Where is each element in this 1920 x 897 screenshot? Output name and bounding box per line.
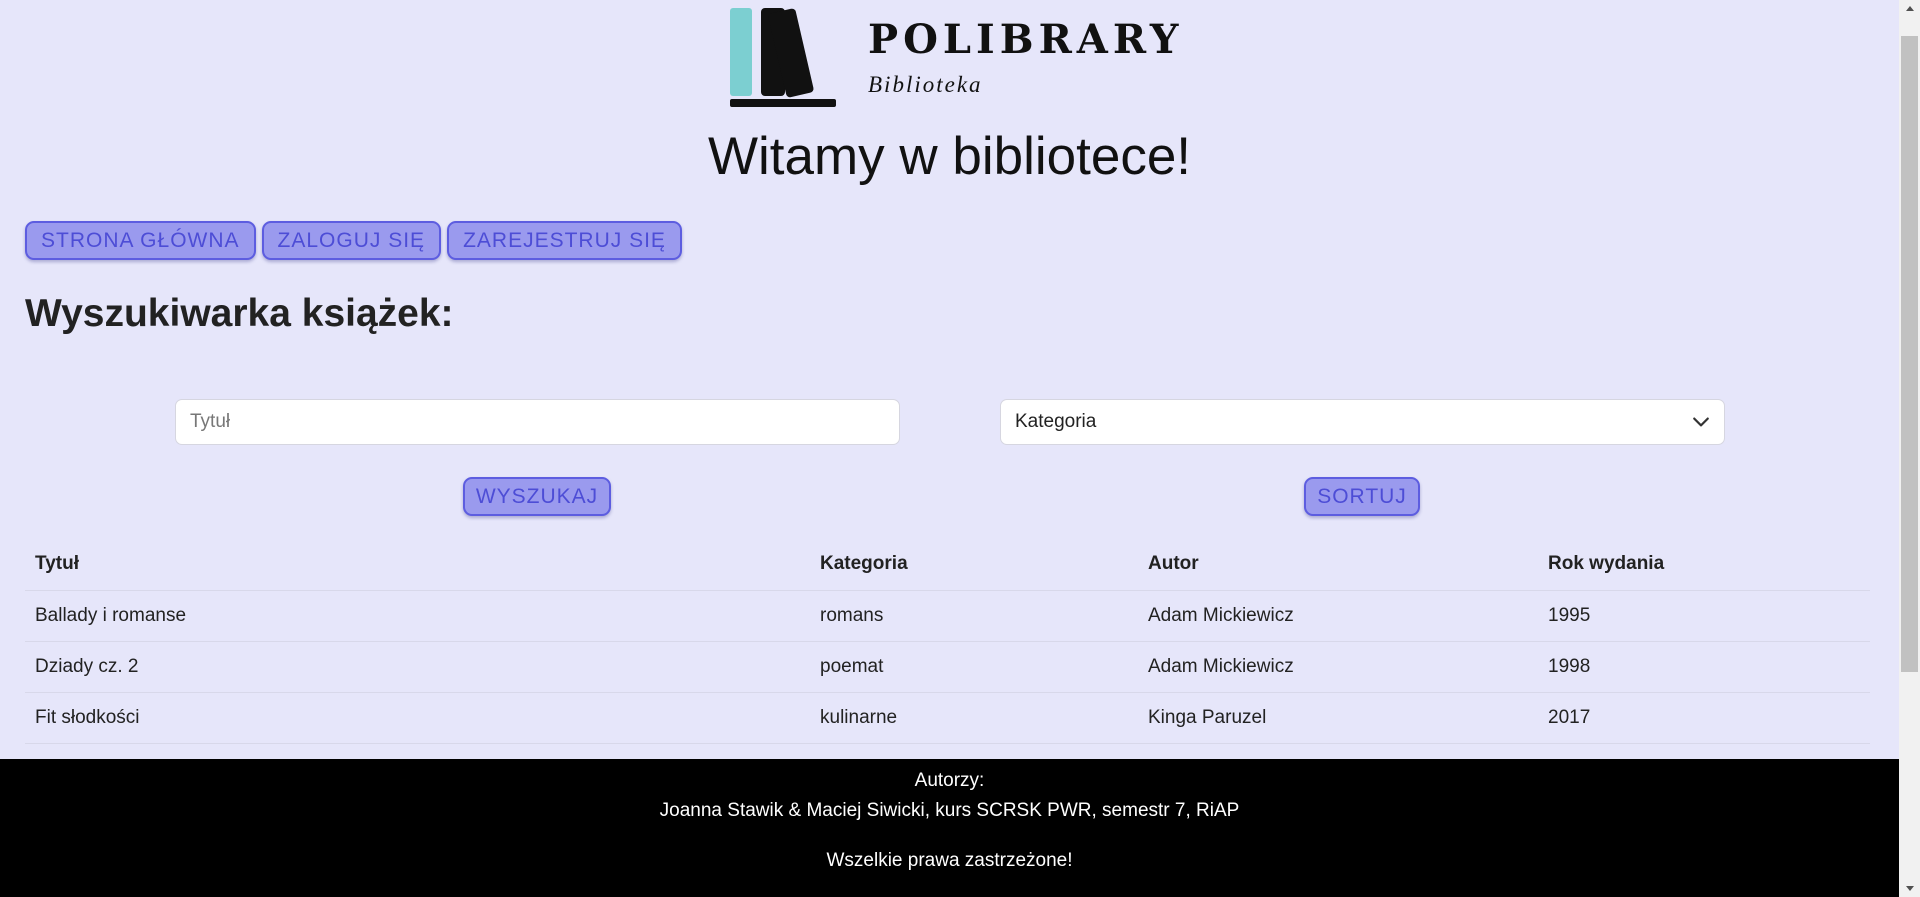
- search-button[interactable]: WYSZUKAJ: [463, 477, 611, 516]
- table-row: Dziady cz. 2 poemat Adam Mickiewicz 1998: [25, 641, 1870, 693]
- table-row: Fit słodkości kulinarne Kinga Paruzel 20…: [25, 692, 1870, 744]
- cell-year: 1998: [1538, 641, 1870, 693]
- register-button[interactable]: ZAREJESTRUJ SIĘ: [447, 221, 682, 260]
- cell-category: kulinarne: [810, 692, 1138, 744]
- home-button[interactable]: STRONA GŁÓWNA: [25, 221, 256, 260]
- login-button[interactable]: ZALOGUJ SIĘ: [261, 221, 442, 260]
- footer-authors-label: Autorzy:: [914, 770, 985, 791]
- site-logo[interactable]: POLIBRARY Biblioteka: [726, 4, 1178, 110]
- table-header-row: Tytuł Kategoria Autor Rok wydania: [25, 538, 1870, 591]
- vertical-scrollbar[interactable]: [1899, 0, 1920, 897]
- cell-author: Kinga Paruzel: [1138, 692, 1538, 744]
- logo-book-teal: [730, 8, 752, 96]
- page: POLIBRARY Biblioteka Witamy w bibliotece…: [0, 0, 1899, 897]
- main-nav: STRONA GŁÓWNA ZALOGUJ SIĘ ZAREJESTRUJ SI…: [25, 221, 682, 260]
- books-table: Tytuł Kategoria Autor Rok wydania Ballad…: [25, 538, 1870, 744]
- column-header-category: Kategoria: [810, 538, 1138, 591]
- column-header-author: Autor: [1138, 538, 1538, 591]
- footer-rights: Wszelkie prawa zastrzeżone!: [826, 850, 1073, 871]
- cell-year: 1995: [1538, 590, 1870, 642]
- scroll-up-arrow-icon[interactable]: [1899, 0, 1920, 17]
- logo-shelf: [730, 99, 836, 107]
- cell-title: Fit słodkości: [25, 692, 810, 744]
- footer: Autorzy: Joanna Stawik & Maciej Siwicki,…: [0, 759, 1899, 897]
- table-row: Ballady i romanse romans Adam Mickiewicz…: [25, 590, 1870, 642]
- page-title: Witamy w bibliotece!: [707, 127, 1192, 186]
- category-select[interactable]: Kategoria: [1000, 399, 1725, 445]
- category-select-value: Kategoria: [1015, 411, 1097, 432]
- cell-year: 2017: [1538, 692, 1870, 744]
- column-header-title: Tytuł: [25, 538, 810, 591]
- cell-category: poemat: [810, 641, 1138, 693]
- cell-author: Adam Mickiewicz: [1138, 641, 1538, 693]
- cell-title: Ballady i romanse: [25, 590, 810, 642]
- sort-button[interactable]: SORTUJ: [1304, 477, 1420, 516]
- column-header-year: Rok wydania: [1538, 538, 1870, 591]
- cell-category: romans: [810, 590, 1138, 642]
- cell-author: Adam Mickiewicz: [1138, 590, 1538, 642]
- footer-authors-names: Joanna Stawik & Maciej Siwicki, kurs SCR…: [659, 800, 1240, 821]
- title-search-input[interactable]: [175, 399, 900, 445]
- cell-title: Dziady cz. 2: [25, 641, 810, 693]
- logo-title: POLIBRARY: [868, 16, 1184, 63]
- logo-subtitle: Biblioteka: [868, 72, 983, 97]
- search-heading: Wyszukiwarka książek:: [25, 292, 454, 335]
- scrollbar-thumb[interactable]: [1901, 36, 1918, 672]
- scroll-down-arrow-icon[interactable]: [1899, 880, 1920, 897]
- chevron-down-icon: [1693, 417, 1709, 427]
